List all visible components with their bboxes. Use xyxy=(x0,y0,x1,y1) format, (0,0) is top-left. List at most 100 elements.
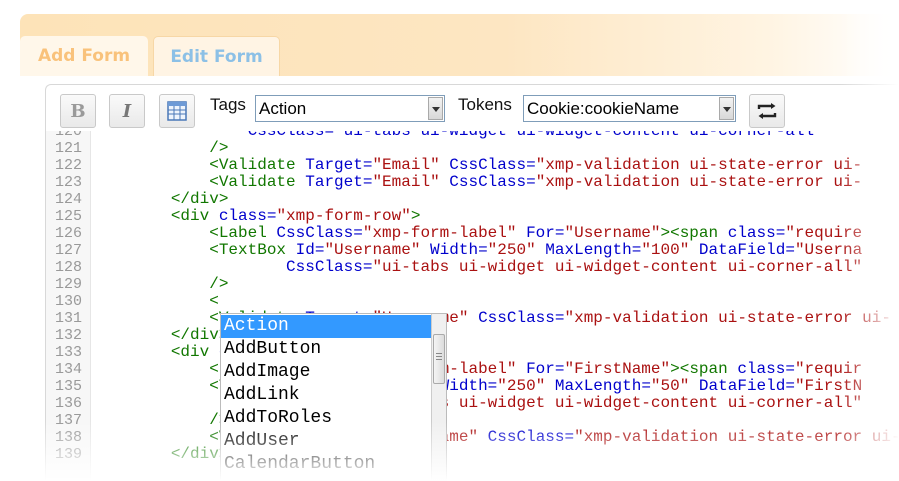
code-token: CssClass= xyxy=(286,258,373,276)
code-token: <Validate xyxy=(209,173,296,191)
code-token: class= xyxy=(727,360,795,378)
toolbar: B I Tags Action Tokens Cookie:cookieName xyxy=(46,85,899,131)
code-token: CssClass= xyxy=(468,309,565,327)
italic-button[interactable]: I xyxy=(109,94,145,128)
insert-token-button[interactable] xyxy=(749,94,785,128)
code-text: <Validate Target="Email" CssClass="xmp-v… xyxy=(94,157,862,174)
code-token: CssClass= xyxy=(439,173,536,191)
code-line: 137 /> xyxy=(46,412,899,430)
code-token: <Label xyxy=(209,224,267,242)
code-token: ><span xyxy=(670,360,728,378)
code-line: 135 <TextBox Id="FirstName" Width="250" … xyxy=(46,377,899,396)
code-token: MaxLength= xyxy=(535,241,642,259)
code-line: 131 <Validate Target="Username" CssClass… xyxy=(46,310,899,328)
line-number: 135 xyxy=(54,378,82,395)
autocomplete-option[interactable]: AddToRoles xyxy=(221,407,431,430)
line-number: 125 xyxy=(54,208,82,225)
autocomplete-option[interactable]: AddImage xyxy=(221,361,431,384)
tags-select-value: Action xyxy=(259,99,307,118)
code-token: DataField= xyxy=(689,377,795,395)
code-token: CssClass= xyxy=(439,156,536,174)
tab-add-form[interactable]: Add Form xyxy=(20,36,148,76)
code-text: </div> xyxy=(94,445,229,463)
code-text: <div class="xmp-form-row"> xyxy=(94,207,421,225)
autocomplete-scrollbar[interactable] xyxy=(431,314,446,480)
line-number: 136 xyxy=(54,395,82,412)
code-token: "FirstN xyxy=(794,377,863,395)
swap-arrows-icon xyxy=(757,103,777,119)
code-text: CssClass="ui-tabs ui-widget ui-widget-co… xyxy=(94,395,862,412)
bold-button[interactable]: B xyxy=(60,94,96,128)
code-token: "Username" xyxy=(324,241,421,259)
code-token: "Email" xyxy=(372,156,440,174)
code-token: CssClass="ui-tabs ui-widget ui-widget-co… xyxy=(247,131,824,140)
chevron-down-icon[interactable] xyxy=(719,97,734,120)
code-token: class= xyxy=(718,224,786,242)
code-token: For= xyxy=(516,360,565,378)
line-number: 130 xyxy=(54,293,82,310)
code-line: 123 <Validate Target="Email" CssClass="x… xyxy=(46,173,899,192)
line-number: 128 xyxy=(54,259,82,276)
code-text: <Validate Target="Username" CssClass="xm… xyxy=(94,310,891,327)
autocomplete-popup[interactable]: Action AddButton AddImage AddLink AddToRoles… xyxy=(220,313,447,481)
line-number: 139 xyxy=(54,446,82,463)
line-number: 120 xyxy=(54,131,82,140)
code-text: < xyxy=(94,293,219,310)
scrollbar-thumb[interactable] xyxy=(433,334,445,384)
code-line: 125 <div class="xmp-form-row"> xyxy=(46,207,899,226)
code-token: "xmp-form-label" xyxy=(362,224,517,242)
code-token: Id= xyxy=(286,241,325,259)
autocomplete-option[interactable]: AddButton xyxy=(221,338,431,361)
tokens-select[interactable]: Cookie:cookieName xyxy=(523,95,736,122)
code-text: /> xyxy=(94,412,228,429)
line-number: 134 xyxy=(54,361,82,378)
autocomplete-option[interactable]: CalendarButton xyxy=(221,453,431,476)
line-number: 121 xyxy=(54,140,82,157)
autocomplete-option[interactable]: Action xyxy=(221,315,431,338)
code-token: "Email" xyxy=(372,173,440,191)
line-number: 137 xyxy=(54,412,82,429)
code-line: 122 <Validate Target="Email" CssClass="x… xyxy=(46,157,899,175)
code-token: <TextBox xyxy=(209,241,287,259)
table-button[interactable] xyxy=(159,94,195,128)
code-token: </div> xyxy=(170,190,229,208)
code-line: 133 <div class="xmp-form-row"> xyxy=(46,344,899,362)
chevron-down-icon[interactable] xyxy=(428,97,443,120)
code-editor[interactable]: 120 CssClass="ui-tabs ui-widget ui-widge… xyxy=(46,131,899,481)
autocomplete-option[interactable]: AddUser xyxy=(221,430,431,453)
code-token: "Userna xyxy=(794,241,863,259)
line-number: 138 xyxy=(54,429,82,446)
code-text: <Label CssClass="xmp-form-label" For="Fi… xyxy=(94,361,862,378)
code-token: "xmp-form-row" xyxy=(276,207,411,225)
code-token: For= xyxy=(516,224,565,242)
code-token: <div xyxy=(170,207,210,225)
code-token: Width= xyxy=(420,241,488,259)
tab-bar: Add Form Edit Form xyxy=(20,14,899,76)
line-number: 131 xyxy=(54,310,82,327)
code-token: "FirstName" xyxy=(564,360,671,378)
code-token: MaxLength= xyxy=(545,377,651,395)
autocomplete-option[interactable]: AddLink xyxy=(221,384,431,407)
code-token: "ui-tabs ui-widget ui-widget-content ui-… xyxy=(372,258,863,276)
tab-edit-form[interactable]: Edit Form xyxy=(153,36,280,76)
code-token: class= xyxy=(209,207,277,225)
code-token: "xmp-validation ui-state-error ui- xyxy=(535,173,863,191)
code-line: 121 /> xyxy=(46,139,899,158)
code-line: 124 </div> xyxy=(46,190,899,209)
line-number: 127 xyxy=(54,242,82,259)
code-token: "require xyxy=(785,224,863,242)
tags-select[interactable]: Action xyxy=(255,95,445,122)
code-text: <Validate Target="FirstName" CssClass="x… xyxy=(94,429,899,446)
code-token: /> xyxy=(209,139,229,157)
code-line: 129 /> xyxy=(46,275,899,294)
